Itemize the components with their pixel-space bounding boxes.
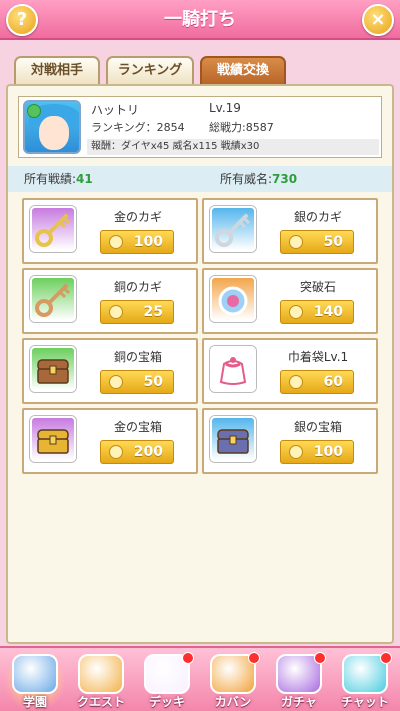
breakthrough-stone-icon xyxy=(212,278,254,320)
bottom-navigation: 学園 クエスト デッキ カバン ガチャ チャット xyxy=(0,646,400,711)
medal-icon xyxy=(109,445,123,459)
tab-ranking[interactable]: ランキング xyxy=(106,56,194,84)
exchange-price-button[interactable]: 25 xyxy=(100,300,174,324)
nav-bag[interactable]: カバン xyxy=(202,650,264,711)
price-value: 200 xyxy=(133,444,163,460)
exchange-item-card[interactable]: 金の宝箱 200 xyxy=(22,408,198,474)
price-value: 60 xyxy=(323,374,343,390)
drawstring-bag-icon xyxy=(212,348,254,390)
medal-icon xyxy=(289,305,303,319)
nav-label: ガチャ xyxy=(281,695,317,709)
exchange-item-card[interactable]: 巾着袋Lv.1 60 xyxy=(202,338,378,404)
nav-label: クエスト xyxy=(76,695,125,709)
item-name: 銀のカギ xyxy=(293,210,342,224)
exchange-price-button[interactable]: 200 xyxy=(100,440,174,464)
sword-icon xyxy=(78,654,124,694)
exchange-price-button[interactable]: 100 xyxy=(280,440,354,464)
notification-badge xyxy=(248,652,260,664)
copper-key-icon xyxy=(32,278,74,320)
nav-label: デッキ xyxy=(148,695,185,709)
close-icon[interactable]: × xyxy=(362,4,394,36)
notification-badge xyxy=(380,652,392,664)
gold-key-icon xyxy=(32,208,74,250)
price-value: 50 xyxy=(143,374,163,390)
price-value: 100 xyxy=(313,444,343,460)
nav-egg[interactable]: ガチャ xyxy=(268,650,330,711)
nav-chat[interactable]: チャット xyxy=(334,650,396,711)
tab-bar: 対戦相手 ランキング 戦績交換 xyxy=(14,56,386,84)
tab-record-exchange[interactable]: 戦績交換 xyxy=(200,56,286,84)
nav-character[interactable]: デッキ xyxy=(136,650,198,711)
item-name: 突破石 xyxy=(299,280,336,294)
item-name: 巾着袋Lv.1 xyxy=(287,350,349,364)
item-name: 銅のカギ xyxy=(113,280,162,294)
item-icon-box xyxy=(210,346,256,392)
exchange-item-card[interactable]: 金のカギ 100 xyxy=(22,198,198,264)
item-icon-box xyxy=(30,206,76,252)
nav-school[interactable]: 学園 xyxy=(4,650,66,711)
exchange-price-button[interactable]: 60 xyxy=(280,370,354,394)
item-name: 金のカギ xyxy=(113,210,162,224)
item-icon-box xyxy=(210,276,256,322)
exchange-price-button[interactable]: 100 xyxy=(100,230,174,254)
exchange-price-button[interactable]: 50 xyxy=(100,370,174,394)
item-icon-box xyxy=(30,346,76,392)
exchange-item-card[interactable]: 銀のカギ 50 xyxy=(202,198,378,264)
medal-icon xyxy=(109,375,123,389)
price-value: 50 xyxy=(323,234,343,250)
medal-icon xyxy=(289,235,303,249)
nav-sword[interactable]: クエスト xyxy=(70,650,132,711)
item-name: 金の宝箱 xyxy=(113,420,162,434)
medal-icon xyxy=(109,235,123,249)
price-value: 25 xyxy=(143,304,163,320)
price-value: 140 xyxy=(313,304,343,320)
exchange-item-card[interactable]: 銀の宝箱 100 xyxy=(202,408,378,474)
page-title: 一騎打ち xyxy=(164,9,236,30)
exchange-panel: ハットリ Lv.19 ランキング：2854 総戦力:8587 報酬：ダイヤx45… xyxy=(6,84,394,644)
nav-label: 学園 xyxy=(22,695,47,709)
tab-opponents[interactable]: 対戦相手 xyxy=(14,56,100,84)
school-icon xyxy=(12,654,58,694)
nav-label: チャット xyxy=(341,695,389,709)
notification-badge xyxy=(182,652,194,664)
item-name: 銀の宝箱 xyxy=(293,420,342,434)
copper-chest-icon xyxy=(32,348,74,390)
header-bar: ? 一騎打ち × xyxy=(0,0,400,40)
medal-icon xyxy=(289,375,303,389)
item-icon-box xyxy=(210,416,256,462)
item-name: 銅の宝箱 xyxy=(113,350,162,364)
silver-key-icon xyxy=(212,208,254,250)
exchange-price-button[interactable]: 140 xyxy=(280,300,354,324)
medal-icon xyxy=(109,305,123,319)
item-icon-box xyxy=(30,276,76,322)
medal-icon xyxy=(289,445,303,459)
item-icon-box xyxy=(210,206,256,252)
nav-label: カバン xyxy=(214,695,252,709)
silver-chest-icon xyxy=(212,418,254,460)
exchange-item-card[interactable]: 突破石 140 xyxy=(202,268,378,334)
price-value: 100 xyxy=(133,234,163,250)
exchange-item-card[interactable]: 銅のカギ 25 xyxy=(22,268,198,334)
item-icon-box xyxy=(30,416,76,462)
exchange-item-card[interactable]: 銅の宝箱 50 xyxy=(22,338,198,404)
exchange-price-button[interactable]: 50 xyxy=(280,230,354,254)
notification-badge xyxy=(314,652,326,664)
exchange-item-grid: 金のカギ 100 銀のカギ 50 銅のカギ 25 突破石 140 銅の宝箱 50 巾着袋Lv.1 60… xyxy=(8,86,396,646)
gold-chest-icon xyxy=(32,418,74,460)
